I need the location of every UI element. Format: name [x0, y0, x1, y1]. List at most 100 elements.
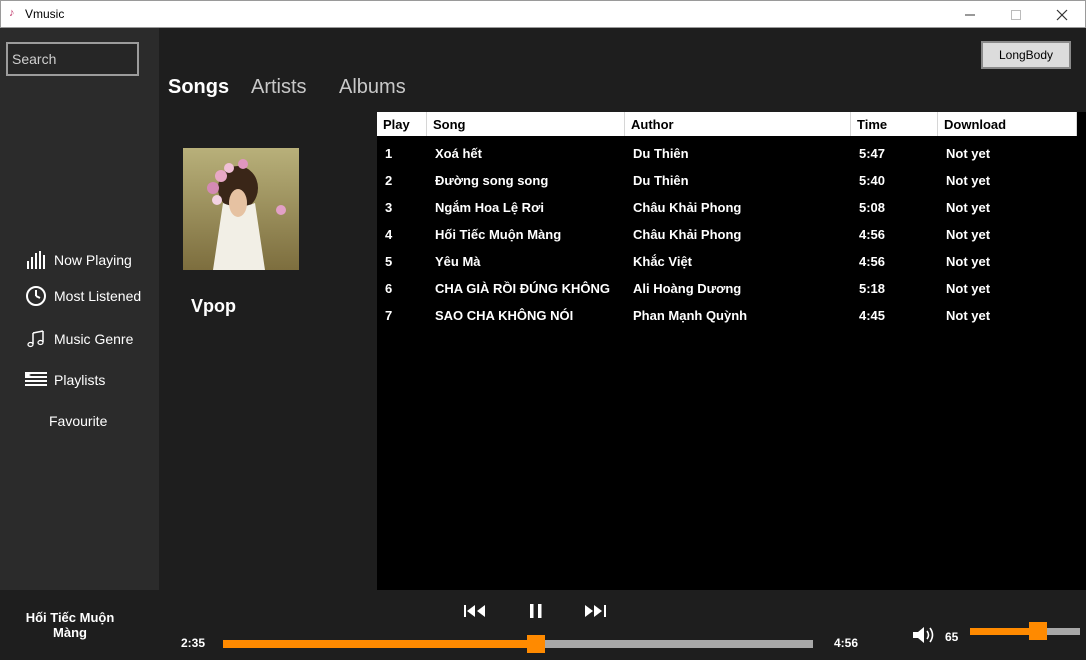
- minimize-button[interactable]: [947, 1, 993, 29]
- song-cell: SAO CHA KHÔNG NÓI: [435, 308, 574, 323]
- main-content: LongBody Songs Artists Albums Vpop Play …: [159, 28, 1086, 590]
- next-button[interactable]: [582, 600, 608, 622]
- download-cell: Not yet: [946, 308, 991, 323]
- download-cell: Not yet: [946, 173, 991, 188]
- now-playing-title: Hối Tiếc Muộn Màng: [25, 610, 115, 640]
- previous-button[interactable]: [462, 600, 488, 622]
- elapsed-time: 2:35: [181, 636, 206, 650]
- author-cell: Du Thiên: [633, 173, 689, 188]
- volume-slider-fill: [970, 628, 1039, 635]
- songs-table: Play Song Author Time Download 1 Xoá hết D…: [377, 112, 1086, 590]
- tab-albums[interactable]: Albums: [339, 76, 406, 99]
- play-cell: 1: [385, 146, 393, 161]
- table-header: Play Song Author Time Download: [377, 112, 1077, 136]
- download-cell: Not yet: [946, 254, 991, 269]
- time-cell: 5:47: [859, 146, 886, 161]
- table-row[interactable]: 4 Hối Tiếc Muộn Màng Châu Khải Phong 4:56 No…: [377, 221, 1077, 248]
- time-cell: 5:08: [859, 200, 886, 215]
- table-row[interactable]: 7 SAO CHA KHÔNG NÓI Phan Mạnh Quỳnh 4:45 Not…: [377, 302, 1077, 329]
- maximize-icon: [1011, 10, 1021, 20]
- time-cell: 4:56: [859, 227, 886, 242]
- play-cell: 7: [385, 308, 393, 323]
- author-cell: Phan Mạnh Quỳnh: [633, 308, 748, 323]
- table-row[interactable]: 1 Xoá hết Du Thiên 5:47 Not yet: [377, 140, 1077, 167]
- sidebar-item-label: Playlists: [54, 372, 106, 388]
- table-row[interactable]: 3 Ngắm Hoa Lệ Rơi Châu Khải Phong 5:08 Not y…: [377, 194, 1077, 221]
- total-time: 4:56: [834, 636, 859, 650]
- volume-button[interactable]: [910, 624, 938, 646]
- search-box[interactable]: [6, 42, 139, 76]
- download-cell: Not yet: [946, 146, 991, 161]
- genre-title: Vpop: [191, 296, 236, 316]
- window-title: Vmusic: [25, 7, 65, 21]
- column-header-download[interactable]: Download: [938, 112, 1077, 136]
- speaker-icon: [913, 627, 934, 643]
- minimize-icon: [965, 14, 975, 16]
- song-cell: Đường song song: [435, 173, 549, 188]
- download-cell: Not yet: [946, 281, 991, 296]
- song-cell: Xoá hết: [435, 146, 482, 161]
- sidebar-item-label: Most Listened: [54, 288, 142, 304]
- table-row[interactable]: 2 Đường song song Du Thiên 5:40 Not yet: [377, 167, 1077, 194]
- column-header-author[interactable]: Author: [625, 112, 851, 136]
- tab-songs[interactable]: Songs: [168, 76, 229, 99]
- song-cell: Hối Tiếc Muộn Màng: [435, 227, 562, 242]
- window-titlebar: ♪ Vmusic: [0, 0, 1086, 28]
- song-cell: CHA GIÀ RỒI ĐÚNG KHÔNG: [435, 281, 611, 296]
- table-row[interactable]: 6 CHA GIÀ RỒI ĐÚNG KHÔNG Ali Hoàng Dương 5:…: [377, 275, 1077, 302]
- sidebar-item-most-listened[interactable]: Most Listened: [24, 284, 141, 308]
- time-cell: 5:18: [859, 281, 886, 296]
- seek-bar-thumb[interactable]: [526, 635, 545, 653]
- user-button[interactable]: LongBody: [981, 41, 1071, 69]
- column-header-song[interactable]: Song: [427, 112, 625, 136]
- pause-icon: [530, 604, 542, 618]
- volume-value: 65: [945, 630, 959, 644]
- download-cell: Not yet: [946, 227, 991, 242]
- time-cell: 4:56: [859, 254, 886, 269]
- clock-icon: [24, 285, 48, 307]
- tab-artists[interactable]: Artists: [251, 76, 307, 99]
- seek-bar-fill: [223, 640, 536, 648]
- close-icon: [1056, 9, 1068, 21]
- player-bar: Hối Tiếc Muộn Màng 2:35 4:56 65: [0, 590, 1086, 660]
- volume-slider[interactable]: [970, 622, 1080, 640]
- time-cell: 5:40: [859, 173, 886, 188]
- download-cell: Not yet: [946, 200, 991, 215]
- pause-button[interactable]: [526, 600, 546, 622]
- author-cell: Du Thiên: [633, 146, 689, 161]
- table-row[interactable]: 5 Yêu Mà Khắc Việt 4:56 Not yet: [377, 248, 1077, 275]
- genre-cover-image: [183, 148, 299, 270]
- bars-icon: [24, 249, 48, 271]
- song-cell: Ngắm Hoa Lệ Rơi: [435, 200, 544, 215]
- close-button[interactable]: [1039, 1, 1085, 29]
- time-cell: 4:45: [859, 308, 886, 323]
- song-cell: Yêu Mà: [435, 254, 481, 269]
- column-header-time[interactable]: Time: [851, 112, 938, 136]
- sidebar-item-label: Now Playing: [54, 252, 132, 268]
- play-cell: 5: [385, 254, 393, 269]
- previous-icon: [464, 605, 485, 617]
- author-cell: Ali Hoàng Dương: [633, 281, 742, 296]
- next-icon: [585, 605, 606, 617]
- sidebar-item-favourite[interactable]: Favourite: [49, 409, 107, 433]
- play-cell: 3: [385, 200, 393, 215]
- search-input[interactable]: [8, 44, 137, 74]
- author-cell: Khắc Việt: [633, 254, 693, 269]
- sidebar-item-label: Music Genre: [54, 331, 134, 347]
- seek-bar[interactable]: [223, 635, 813, 653]
- maximize-button[interactable]: [993, 1, 1039, 29]
- sidebar-item-now-playing[interactable]: Now Playing: [24, 248, 132, 272]
- volume-slider-thumb[interactable]: [1029, 622, 1048, 640]
- sidebar: Now Playing Most Listened Music Genre Pl…: [0, 28, 159, 590]
- author-cell: Châu Khải Phong: [633, 227, 742, 242]
- sidebar-item-music-genre[interactable]: Music Genre: [24, 327, 133, 351]
- play-cell: 4: [385, 227, 393, 242]
- play-cell: 2: [385, 173, 393, 188]
- author-cell: Châu Khải Phong: [633, 200, 742, 215]
- app-logo-icon: ♪: [9, 7, 15, 19]
- column-header-play[interactable]: Play: [377, 112, 427, 136]
- sidebar-item-playlists[interactable]: Playlists: [24, 368, 105, 392]
- music-note-icon: [24, 328, 48, 350]
- sidebar-item-label: Favourite: [49, 413, 108, 429]
- play-cell: 6: [385, 281, 393, 296]
